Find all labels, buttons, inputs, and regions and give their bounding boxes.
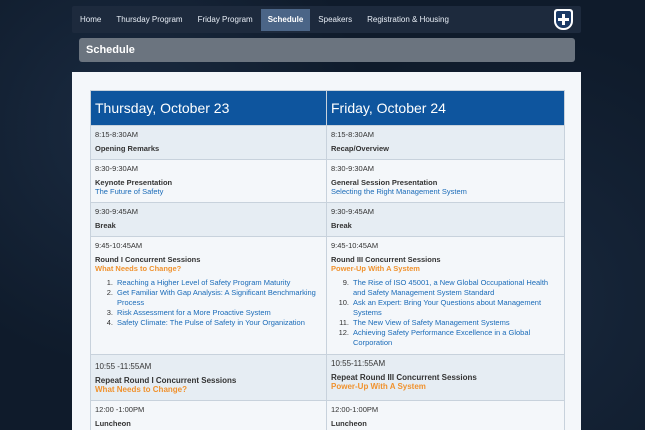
session-time: 9:30-9:45AM [95, 207, 138, 216]
session-link[interactable]: Selecting the Right Management System [331, 187, 560, 196]
list-item[interactable]: 1. Reaching a Higher Level of Safety Prog… [95, 278, 322, 288]
list-item[interactable]: 9. The Rise of ISO 45001, a New Global Oc… [331, 278, 560, 298]
session-time: 9:45-10:45AM [95, 241, 143, 250]
session-title: Round III Concurrent Sessions [331, 255, 441, 264]
list-number: 9. [342, 278, 349, 287]
session-time: 8:15-8:30AM [95, 130, 138, 139]
session-time: 8:15-8:30AM [331, 130, 374, 139]
list-item[interactable]: 4. Safety Climate: The Pulse of Safety in… [95, 318, 322, 328]
session-time: 8:30-9:30AM [95, 164, 138, 173]
top-nav: Home Thursday Program Friday Program Sch… [72, 6, 581, 33]
list-number: 1. [106, 278, 113, 287]
list-link[interactable]: Safety Climate: The Pulse of Safety in Y… [117, 318, 305, 328]
session-time: 12:00-1:00PM [331, 405, 379, 414]
list-link[interactable]: Ask an Expert: Bring Your Questions abou… [353, 298, 560, 318]
day2-header: Friday, October 24 [326, 90, 565, 126]
session-title: General Session Presentation [331, 178, 438, 187]
table-row: 9:45-10:45AM Round I Concurrent Sessions… [90, 236, 565, 355]
list-number: 3. [106, 308, 113, 317]
list-number: 10. [338, 298, 349, 307]
session-title: Opening Remarks [95, 144, 160, 153]
session-title: Break [95, 221, 116, 230]
session-link[interactable]: The Future of Safety [95, 187, 322, 196]
session-theme: What Needs to Change? [95, 264, 182, 273]
session-time: 10:55-11:55AM [331, 359, 386, 368]
session-title: Repeat Round III Concurrent Sessions [331, 373, 477, 382]
list-link[interactable]: Achieving Safety Performance Excellence … [353, 328, 560, 348]
session-list: 9. The Rise of ISO 45001, a New Global Oc… [331, 278, 560, 348]
session-time: 10:55 -11:55AM [95, 362, 152, 371]
page-title: Schedule [79, 38, 575, 62]
session-time: 8:30-9:30AM [331, 164, 374, 173]
session-list: 1. Reaching a Higher Level of Safety Prog… [95, 278, 322, 328]
session-theme: Power-Up With A System [331, 264, 420, 273]
list-link[interactable]: Reaching a Higher Level of Safety Progra… [117, 278, 290, 288]
session-theme: Power-Up With A System [331, 382, 426, 391]
list-number: 11. [339, 318, 349, 327]
schedule-panel: Thursday, October 23 Friday, October 24 … [72, 72, 581, 430]
nav-speakers[interactable]: Speakers [311, 9, 359, 31]
session-title: Keynote Presentation [95, 178, 173, 187]
table-row: 10:55 -11:55AM Repeat Round I Concurrent… [90, 354, 565, 401]
day1-header: Thursday, October 23 [90, 90, 327, 126]
session-time: 9:45-10:45AM [331, 241, 379, 250]
list-item[interactable]: 2. Get Familiar With Gap Analysis: A Sign… [95, 288, 322, 308]
session-time: 12:00 -1:00PM [95, 405, 145, 414]
session-title: Round I Concurrent Sessions [95, 255, 201, 264]
list-item[interactable]: 3. Risk Assessment for a More Proactive S… [95, 308, 322, 318]
schedule-table: Thursday, October 23 Friday, October 24 … [90, 90, 565, 430]
list-link[interactable]: The New View of Safety Management System… [353, 318, 510, 328]
list-number: 12. [338, 328, 349, 337]
session-title: Luncheon [331, 419, 367, 428]
list-item[interactable]: 12. Achieving Safety Performance Excellen… [331, 328, 560, 348]
session-title: Repeat Round I Concurrent Sessions [95, 376, 237, 385]
nav-home[interactable]: Home [73, 9, 108, 31]
table-row: 9:30-9:45AM Break 9:30-9:45AM Break [90, 202, 565, 237]
nav-schedule[interactable]: Schedule [260, 8, 311, 31]
list-number: 2. [106, 288, 113, 297]
session-title: Recap/Overview [331, 144, 389, 153]
session-title: Break [331, 221, 352, 230]
session-time: 9:30-9:45AM [331, 207, 374, 216]
table-row: 12:00 -1:00PM Luncheon 12:00-1:00PM Lunc… [90, 400, 565, 430]
nav-thursday-program[interactable]: Thursday Program [109, 9, 189, 31]
session-title: Luncheon [95, 419, 131, 428]
list-item[interactable]: 10. Ask an Expert: Bring Your Questions a… [331, 298, 560, 318]
list-number: 4. [106, 318, 113, 327]
nav-registration-housing[interactable]: Registration & Housing [360, 9, 456, 31]
list-link[interactable]: Get Familiar With Gap Analysis: A Signif… [117, 288, 322, 308]
table-row: 8:15-8:30AM Opening Remarks 8:15-8:30AM … [90, 125, 565, 160]
shield-cross-logo-icon[interactable] [554, 9, 573, 30]
list-link[interactable]: The Rise of ISO 45001, a New Global Occu… [353, 278, 560, 298]
session-theme: What Needs to Change? [95, 385, 188, 394]
list-link[interactable]: Risk Assessment for a More Proactive Sys… [117, 308, 271, 318]
list-item[interactable]: 11. The New View of Safety Management Sys… [331, 318, 560, 328]
nav-friday-program[interactable]: Friday Program [191, 9, 260, 31]
table-row: 8:30-9:30AM Keynote Presentation The Fut… [90, 159, 565, 203]
